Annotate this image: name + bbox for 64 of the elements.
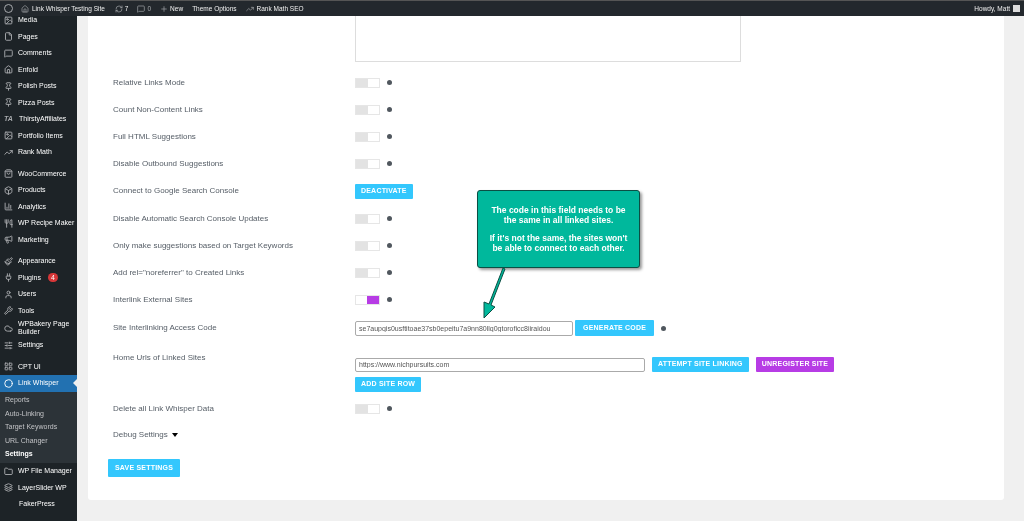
grid-icon — [4, 362, 13, 372]
bar-chart-icon — [4, 202, 13, 212]
callout-text: The code in this field needs to be the same in all linked sites. — [490, 205, 627, 225]
setting-label: Only make suggestions based on Target Keywords — [113, 239, 294, 252]
help-icon[interactable] — [387, 270, 392, 275]
toggle-switch[interactable] — [355, 158, 380, 169]
pin-icon — [4, 98, 13, 108]
text-area-field[interactable] — [355, 16, 741, 62]
toggle-switch[interactable] — [355, 294, 380, 305]
setting-label: Interlink External Sites — [113, 293, 194, 306]
image-icon — [4, 15, 13, 25]
plug-icon — [4, 273, 13, 283]
pin-icon — [4, 81, 13, 91]
toggle-switch[interactable] — [355, 240, 380, 251]
image-icon — [4, 131, 13, 141]
toggle-switch[interactable] — [355, 131, 380, 142]
debug-settings-toggle[interactable]: Debug Settings — [113, 429, 168, 441]
help-icon[interactable] — [387, 161, 392, 166]
setting-label: Full HTML Suggestions — [113, 130, 197, 143]
folder-icon — [4, 466, 13, 476]
wrench-icon — [4, 306, 13, 316]
help-icon[interactable] — [387, 406, 392, 411]
user-icon — [4, 289, 13, 299]
help-icon[interactable] — [387, 80, 392, 85]
toggle-switch[interactable] — [355, 267, 380, 278]
callout-text: If it's not the same, the sites won't be able to connect to each other. — [488, 233, 629, 253]
trend-chart-icon[interactable] — [245, 4, 254, 13]
current-pointer-icon — [73, 379, 77, 387]
setting-label: Relative Links Mode — [113, 76, 187, 89]
box-icon — [4, 185, 13, 195]
setting-label: Disable Automatic Search Console Updates — [113, 212, 270, 225]
toggle-switch[interactable] — [355, 104, 380, 115]
toggle-switch[interactable] — [355, 213, 380, 224]
setting-label: Home Urls of Linked Sites — [113, 352, 207, 364]
setting-label: Delete all Link Whisper Data — [113, 402, 215, 415]
help-icon[interactable] — [661, 325, 667, 331]
setting-label: Count Non-Content Links — [113, 103, 204, 116]
help-icon[interactable] — [387, 107, 392, 112]
help-icon[interactable] — [387, 216, 392, 221]
refresh-icon[interactable] — [114, 4, 123, 13]
house-icon — [4, 65, 13, 75]
toggle-switch[interactable] — [355, 77, 380, 88]
toggle-switch[interactable] — [355, 403, 380, 414]
help-icon[interactable] — [387, 297, 392, 302]
setting-label: Disable Outbound Suggestions — [113, 157, 225, 170]
layers-icon — [4, 483, 13, 493]
setting-label: Add rel="noreferrer" to Created Links — [113, 266, 246, 279]
comment-icon[interactable] — [137, 4, 146, 13]
house-icon — [21, 4, 29, 13]
megaphone-icon — [4, 235, 13, 245]
page-icon — [4, 32, 13, 42]
trend-chart-icon — [4, 147, 13, 157]
setting-label: Site Interlinking Access Code — [113, 322, 218, 334]
sliders-icon — [4, 340, 13, 350]
utensils-icon — [4, 218, 13, 228]
circle-icon — [4, 378, 13, 388]
setting-label: Connect to Google Search Console — [113, 185, 240, 197]
paintbrush-icon — [4, 256, 13, 266]
bag-icon — [4, 169, 13, 179]
plus-icon[interactable] — [160, 4, 169, 13]
help-icon[interactable] — [387, 134, 392, 139]
cloud-icon — [4, 323, 13, 333]
comment-icon — [4, 48, 13, 58]
help-icon[interactable] — [387, 243, 392, 248]
